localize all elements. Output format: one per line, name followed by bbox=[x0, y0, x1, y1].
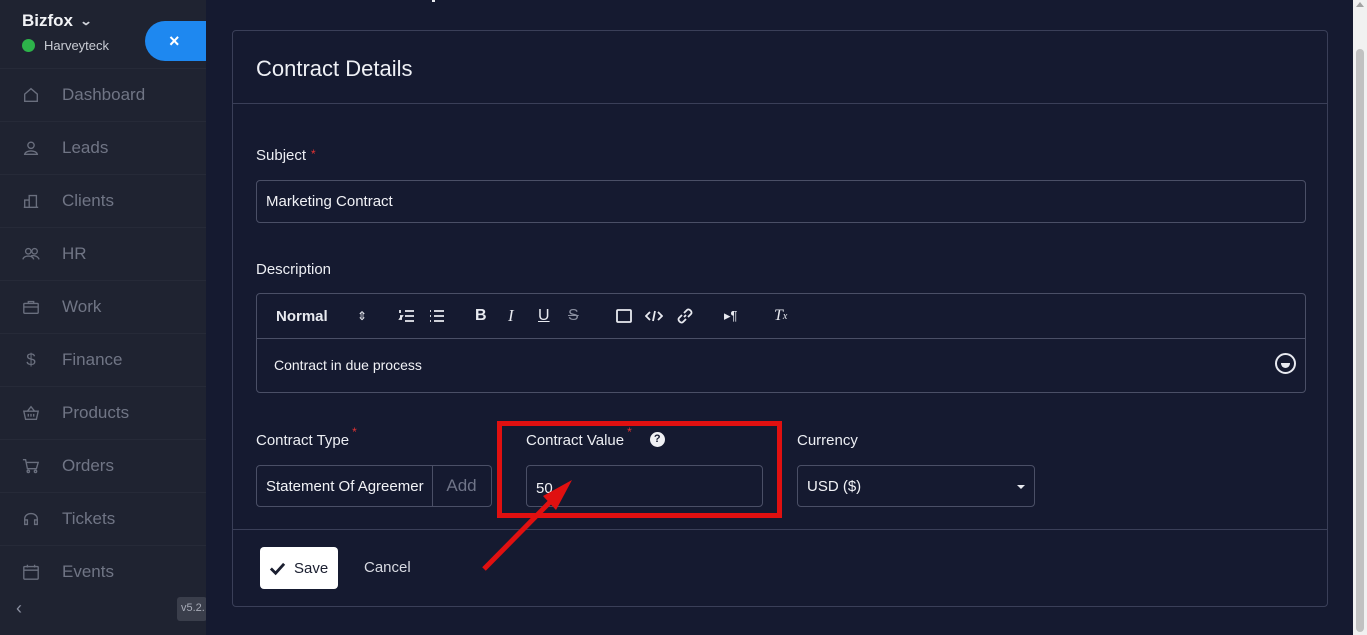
clear-format-icon[interactable]: Tx bbox=[774, 304, 787, 328]
sidebar-nav: Dashboard Leads Clients HR Work $ Financ… bbox=[0, 68, 206, 598]
editor-toolbar: Normal ⇕ B I U S ▸¶ Tx bbox=[257, 294, 1305, 339]
ordered-list-icon[interactable] bbox=[398, 304, 416, 328]
dollar-icon: $ bbox=[26, 350, 36, 369]
italic-icon[interactable]: I bbox=[508, 304, 514, 328]
subject-input[interactable]: Marketing Contract bbox=[256, 180, 1306, 223]
bold-icon[interactable]: B bbox=[475, 304, 487, 328]
contract-value-input[interactable]: 50 bbox=[526, 465, 763, 507]
description-label: Description bbox=[256, 261, 332, 278]
collapse-sidebar-icon[interactable]: ‹ bbox=[16, 598, 22, 619]
sidebar-item-finance[interactable]: $ Finance bbox=[0, 333, 206, 386]
workspace-name: Harveyteck bbox=[44, 38, 110, 53]
sidebar-item-tickets[interactable]: Tickets bbox=[0, 492, 206, 545]
sidebar-item-label: Products bbox=[62, 403, 130, 422]
scroll-up-icon[interactable] bbox=[1356, 2, 1364, 7]
basket-icon bbox=[21, 403, 41, 423]
sidebar-item-leads[interactable]: Leads bbox=[0, 121, 206, 174]
subject-value: Marketing Contract bbox=[266, 193, 393, 210]
brand-name: Bizfox bbox=[22, 11, 73, 30]
save-button[interactable]: Save bbox=[260, 547, 338, 589]
contract-value-label-text: Contract Value bbox=[526, 432, 625, 449]
user-icon bbox=[21, 138, 41, 158]
sidebar-item-label: Finance bbox=[62, 350, 123, 369]
sidebar-item-label: Orders bbox=[62, 456, 114, 475]
sidebar-item-work[interactable]: Work bbox=[0, 280, 206, 333]
sidebar-item-label: Tickets bbox=[62, 509, 116, 528]
sidebar-item-label: Events bbox=[62, 562, 114, 581]
sidebar-item-label: Work bbox=[62, 297, 102, 316]
contract-details-card: Contract Details Subject * Marketing Cont… bbox=[232, 30, 1328, 607]
sidebar: Bizfox ⌄ Harveyteck × Dashboard Leads Cl… bbox=[0, 0, 215, 635]
add-contract-type-button[interactable]: Add bbox=[432, 465, 492, 507]
close-modal-button[interactable]: × bbox=[145, 21, 215, 61]
sidebar-item-hr[interactable]: HR bbox=[0, 227, 206, 280]
bullet-list-icon[interactable] bbox=[428, 304, 446, 328]
briefcase-icon bbox=[21, 297, 41, 317]
sidebar-item-orders[interactable]: Orders bbox=[0, 439, 206, 492]
contract-type-label: Contract Type * bbox=[256, 425, 357, 449]
sidebar-item-events[interactable]: Events bbox=[0, 545, 206, 598]
close-icon: × bbox=[169, 30, 180, 51]
sidebar-item-products[interactable]: Products bbox=[0, 386, 206, 439]
version-badge: v5.2. bbox=[177, 597, 207, 621]
people-icon bbox=[21, 244, 41, 264]
sidebar-item-label: HR bbox=[62, 244, 87, 263]
required-mark: * bbox=[311, 147, 316, 161]
subject-label: Subject * bbox=[256, 147, 316, 164]
description-content[interactable]: Contract in due process bbox=[274, 357, 422, 373]
page-title: Contract Details bbox=[256, 56, 413, 81]
contract-value-value: 50 bbox=[536, 479, 553, 497]
sidebar-item-label: Clients bbox=[62, 191, 114, 210]
description-editor: Normal ⇕ B I U S ▸¶ Tx Contract in due p… bbox=[256, 293, 1306, 393]
building-icon bbox=[21, 191, 41, 211]
currency-select[interactable]: USD ($) bbox=[797, 465, 1035, 507]
workspace-switcher[interactable]: Bizfox ⌄ bbox=[22, 11, 93, 31]
scrollbar[interactable] bbox=[1353, 0, 1367, 635]
currency-value: USD ($) bbox=[807, 477, 862, 495]
format-dropdown-icon[interactable]: ⇕ bbox=[357, 304, 367, 328]
code-icon[interactable] bbox=[645, 304, 663, 328]
contract-type-label-text: Contract Type bbox=[256, 432, 350, 449]
help-icon[interactable]: ? bbox=[649, 431, 665, 447]
link-icon[interactable] bbox=[676, 304, 694, 328]
format-select-value: Normal bbox=[276, 307, 328, 325]
sidebar-item-clients[interactable]: Clients bbox=[0, 174, 206, 227]
cart-icon bbox=[21, 456, 41, 476]
subject-label-text: Subject bbox=[256, 147, 307, 164]
underline-icon[interactable]: U bbox=[538, 304, 550, 328]
chevron-down-icon: ⌄ bbox=[79, 14, 93, 28]
emoji-icon[interactable] bbox=[1275, 353, 1296, 374]
sidebar-item-label: Dashboard bbox=[62, 85, 146, 104]
sidebar-item-dashboard[interactable]: Dashboard bbox=[0, 68, 206, 121]
strikethrough-icon[interactable]: S bbox=[568, 304, 579, 328]
image-icon[interactable] bbox=[615, 304, 633, 328]
contract-type-value: Statement Of Agreemer bbox=[266, 477, 424, 495]
online-status-icon bbox=[22, 39, 35, 52]
required-mark: * bbox=[627, 425, 632, 439]
divider bbox=[432, 0, 435, 2]
chevron-down-icon bbox=[1017, 485, 1025, 489]
sidebar-item-label: Leads bbox=[62, 138, 109, 157]
required-mark: * bbox=[352, 425, 357, 439]
currency-label: Currency bbox=[797, 432, 858, 449]
format-select[interactable]: Normal bbox=[276, 304, 328, 328]
divider bbox=[233, 103, 1327, 104]
contract-value-label: Contract Value *? bbox=[526, 425, 665, 449]
scrollbar-thumb[interactable] bbox=[1356, 49, 1364, 632]
video-icon[interactable]: ▸¶ bbox=[724, 304, 738, 328]
workspace-status: Harveyteck bbox=[22, 38, 109, 53]
cancel-button[interactable]: Cancel bbox=[364, 559, 411, 576]
checkmark-icon bbox=[269, 562, 286, 575]
save-button-label: Save bbox=[294, 559, 329, 577]
contract-type-select[interactable]: Statement Of Agreemer bbox=[256, 465, 433, 507]
contract-modal: Contract Details Subject * Marketing Cont… bbox=[206, 0, 1367, 635]
home-icon bbox=[21, 85, 41, 105]
headset-icon bbox=[21, 509, 41, 529]
calendar-icon bbox=[21, 562, 41, 582]
divider bbox=[233, 529, 1327, 530]
